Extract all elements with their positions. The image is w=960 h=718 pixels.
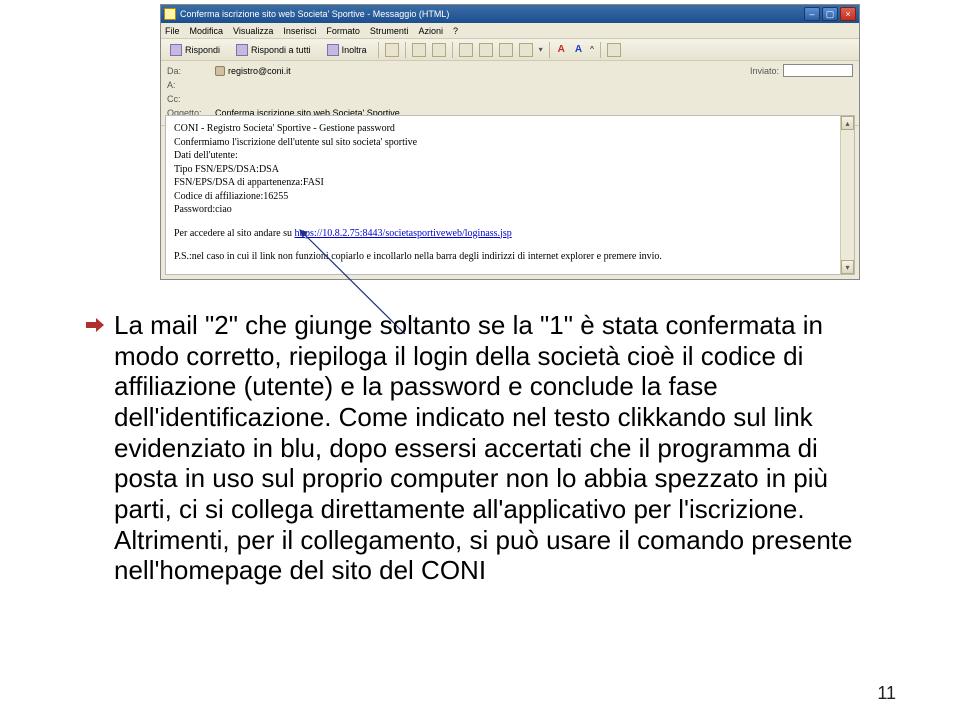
cc-label: Cc: (167, 94, 215, 104)
scroll-up-icon[interactable]: ▴ (841, 116, 854, 130)
prev-icon[interactable] (499, 43, 513, 57)
reply-all-label: Rispondi a tutti (251, 45, 311, 55)
body-line: Tipo FSN/EPS/DSA:DSA (174, 163, 846, 177)
superscript-mark: ^ (590, 45, 594, 54)
sent-field (783, 64, 853, 77)
menu-file[interactable]: File (165, 26, 180, 36)
separator (378, 42, 379, 58)
from-value: registro@coni.it (228, 66, 291, 76)
menu-inserisci[interactable]: Inserisci (283, 26, 316, 36)
delete-icon[interactable] (479, 43, 493, 57)
print-icon[interactable] (385, 43, 399, 57)
folder-icon[interactable] (432, 43, 446, 57)
next-icon[interactable] (519, 43, 533, 57)
body-line: Codice di affiliazione:16255 (174, 190, 846, 204)
menu-azioni[interactable]: Azioni (418, 26, 443, 36)
body-line: FSN/EPS/DSA di appartenenza:FASI (174, 176, 846, 190)
body-link-prefix: Per accedere al sito andare su (174, 228, 295, 239)
chevron-icon: ▾ (539, 45, 543, 54)
font-large-icon[interactable]: A (573, 44, 584, 55)
titlebar: Conferma iscrizione sito web Societa' Sp… (161, 5, 859, 23)
page-number: 11 (877, 683, 896, 704)
menu-formato[interactable]: Formato (326, 26, 360, 36)
forward-button[interactable]: Inoltra (322, 42, 372, 58)
body-line: CONI - Registro Societa' Sportive - Gest… (174, 122, 846, 136)
reply-button[interactable]: Rispondi (165, 42, 225, 58)
app-icon (164, 8, 176, 20)
menu-help[interactable]: ? (453, 26, 458, 36)
separator (452, 42, 453, 58)
slide-paragraph: La mail "2" che giunge soltanto se la "1… (114, 310, 874, 586)
body-line: Dati dell'utente: (174, 149, 846, 163)
message-body: CONI - Registro Societa' Sportive - Gest… (165, 115, 855, 275)
vertical-scrollbar[interactable]: ▴ ▾ (840, 116, 854, 274)
maximize-button[interactable]: ▢ (822, 7, 838, 21)
font-small-icon[interactable]: A (556, 44, 567, 55)
help-button-icon[interactable] (607, 43, 621, 57)
scroll-down-icon[interactable]: ▾ (841, 260, 854, 274)
reply-label: Rispondi (185, 45, 220, 55)
menu-modifica[interactable]: Modifica (190, 26, 224, 36)
minimize-button[interactable]: – (804, 7, 820, 21)
separator (600, 42, 601, 58)
menu-strumenti[interactable]: Strumenti (370, 26, 409, 36)
bullet-arrow-icon (86, 318, 104, 332)
forward-icon (327, 44, 339, 56)
flag-icon[interactable] (412, 43, 426, 57)
reply-all-button[interactable]: Rispondi a tutti (231, 42, 316, 58)
separator (405, 42, 406, 58)
login-link[interactable]: https://10.8.2.75:8443/societasportivewe… (295, 228, 512, 239)
to-label: A: (167, 80, 215, 90)
move-icon[interactable] (459, 43, 473, 57)
body-line: P.S.:nel caso in cui il link non funzion… (174, 250, 846, 264)
body-line-link: Per accedere al sito andare su https://1… (174, 227, 846, 241)
window-title: Conferma iscrizione sito web Societa' Sp… (180, 9, 804, 19)
forward-label: Inoltra (342, 45, 367, 55)
sent-label: Inviato: (750, 66, 779, 76)
separator (549, 42, 550, 58)
menu-bar: File Modifica Visualizza Inserisci Forma… (161, 23, 859, 39)
body-line: Password:ciao (174, 203, 846, 217)
close-button[interactable]: × (840, 7, 856, 21)
body-line: Confermiamo l'iscrizione dell'utente sul… (174, 136, 846, 150)
email-window: Conferma iscrizione sito web Societa' Sp… (160, 4, 860, 280)
reply-icon (170, 44, 182, 56)
from-label: Da: (167, 66, 215, 76)
toolbar: Rispondi Rispondi a tutti Inoltra ▾ A A … (161, 39, 859, 61)
reply-all-icon (236, 44, 248, 56)
person-icon (215, 66, 225, 76)
menu-visualizza[interactable]: Visualizza (233, 26, 273, 36)
